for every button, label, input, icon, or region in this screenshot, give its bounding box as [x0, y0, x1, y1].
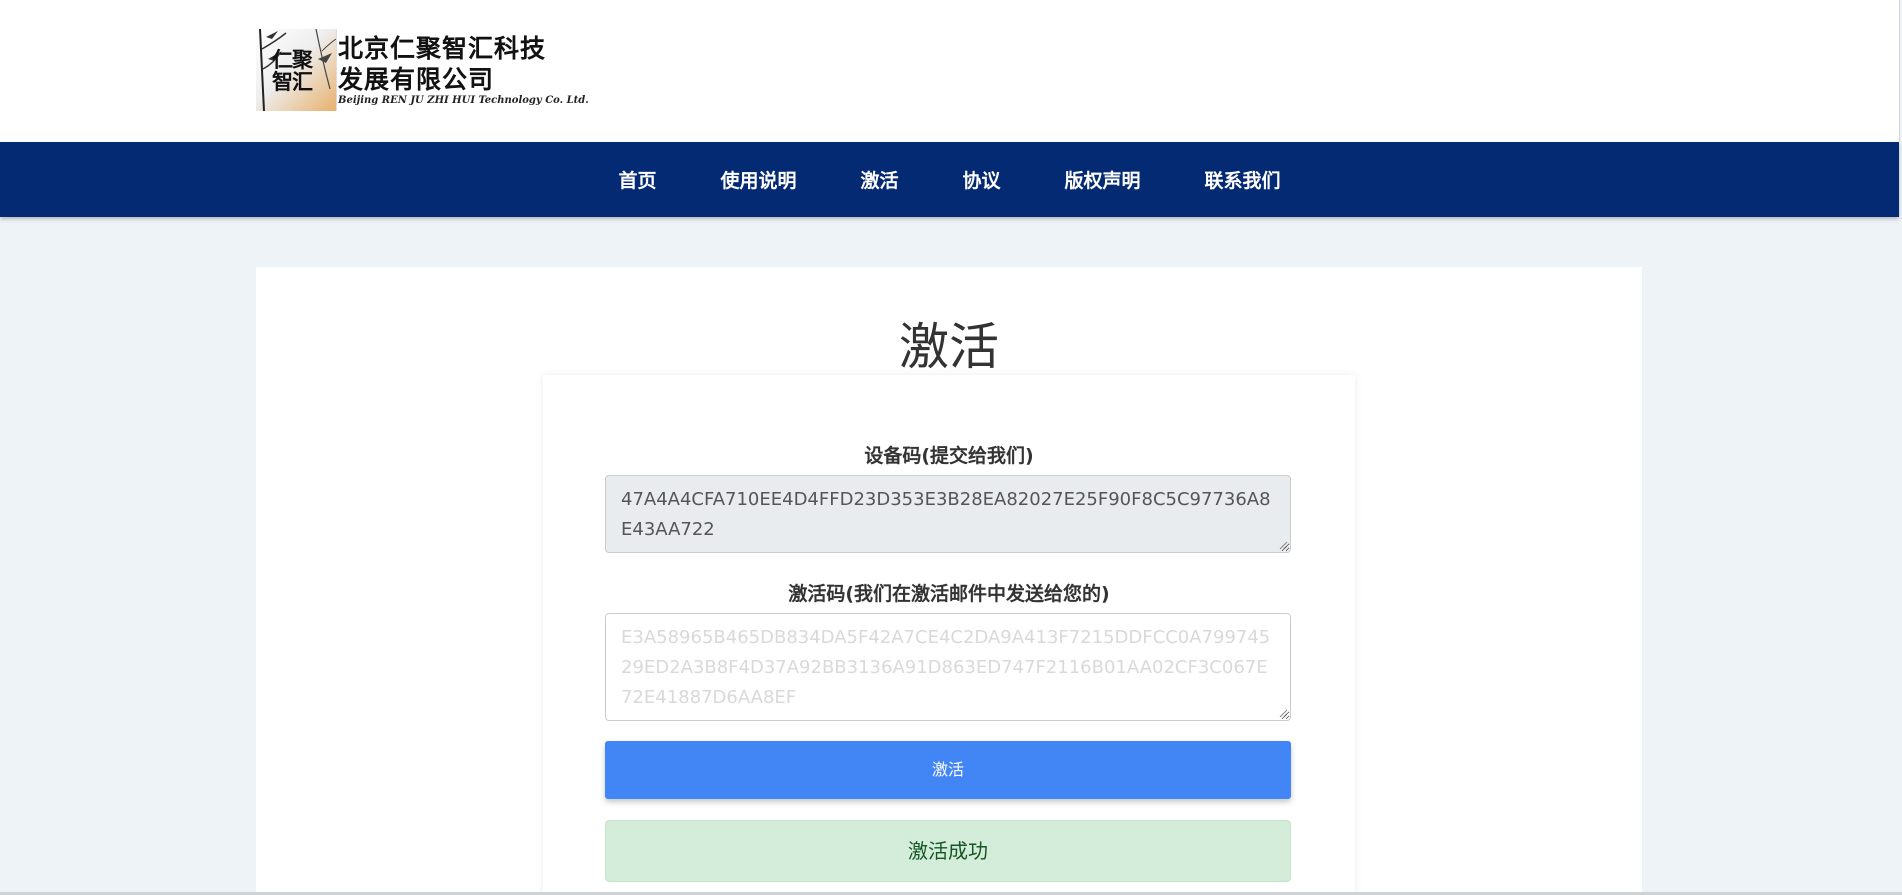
activation-card: 设备码(提交给我们) 47A4A4CFA710EE4D4FFD23D353E3B… [543, 375, 1355, 895]
resize-grip-icon[interactable] [1278, 708, 1288, 718]
company-name-english: Beijing REN JU ZHI HUI Technology Co. Lt… [338, 95, 589, 106]
logo-seal-text: 仁聚 智汇 [272, 47, 313, 94]
resize-grip-icon[interactable] [1278, 540, 1288, 550]
company-logo[interactable]: 仁聚 智汇 北京仁聚智汇科技 发展有限公司 Beijing REN JU ZHI… [256, 29, 589, 111]
nav-item-activate[interactable]: 激活 [828, 166, 930, 193]
company-name-line2: 发展有限公司 [338, 65, 495, 94]
device-code-field[interactable]: 47A4A4CFA710EE4D4FFD23D353E3B28EA82027E2… [605, 475, 1291, 553]
content-panel: 激活 设备码(提交给我们) 47A4A4CFA710EE4D4FFD23D353… [256, 267, 1642, 895]
main-nav: 首页 使用说明 激活 协议 版权声明 联系我们 [0, 142, 1899, 217]
nav-item-agreement[interactable]: 协议 [931, 166, 1033, 193]
logo-emblem: 仁聚 智汇 [256, 29, 337, 111]
nav-item-instructions[interactable]: 使用说明 [688, 166, 828, 193]
nav-item-copyright[interactable]: 版权声明 [1033, 166, 1173, 193]
nav-item-contact[interactable]: 联系我们 [1173, 166, 1313, 193]
activate-button[interactable]: 激活 [605, 741, 1291, 799]
nav-items: 首页 使用说明 激活 协议 版权声明 联系我们 [0, 142, 1899, 217]
page-title: 激活 [899, 318, 999, 376]
activation-code-field[interactable]: E3A58965B465DB834DA5F42A7CE4C2DA9A413F72… [605, 613, 1291, 721]
site-header: 仁聚 智汇 北京仁聚智汇科技 发展有限公司 Beijing REN JU ZHI… [0, 0, 1900, 142]
activation-code-label: 激活码(我们在激活邮件中发送给您的) [788, 583, 1110, 605]
success-alert: 激活成功 [605, 820, 1291, 882]
nav-item-home[interactable]: 首页 [586, 166, 688, 193]
device-code-label: 设备码(提交给我们) [864, 445, 1034, 467]
